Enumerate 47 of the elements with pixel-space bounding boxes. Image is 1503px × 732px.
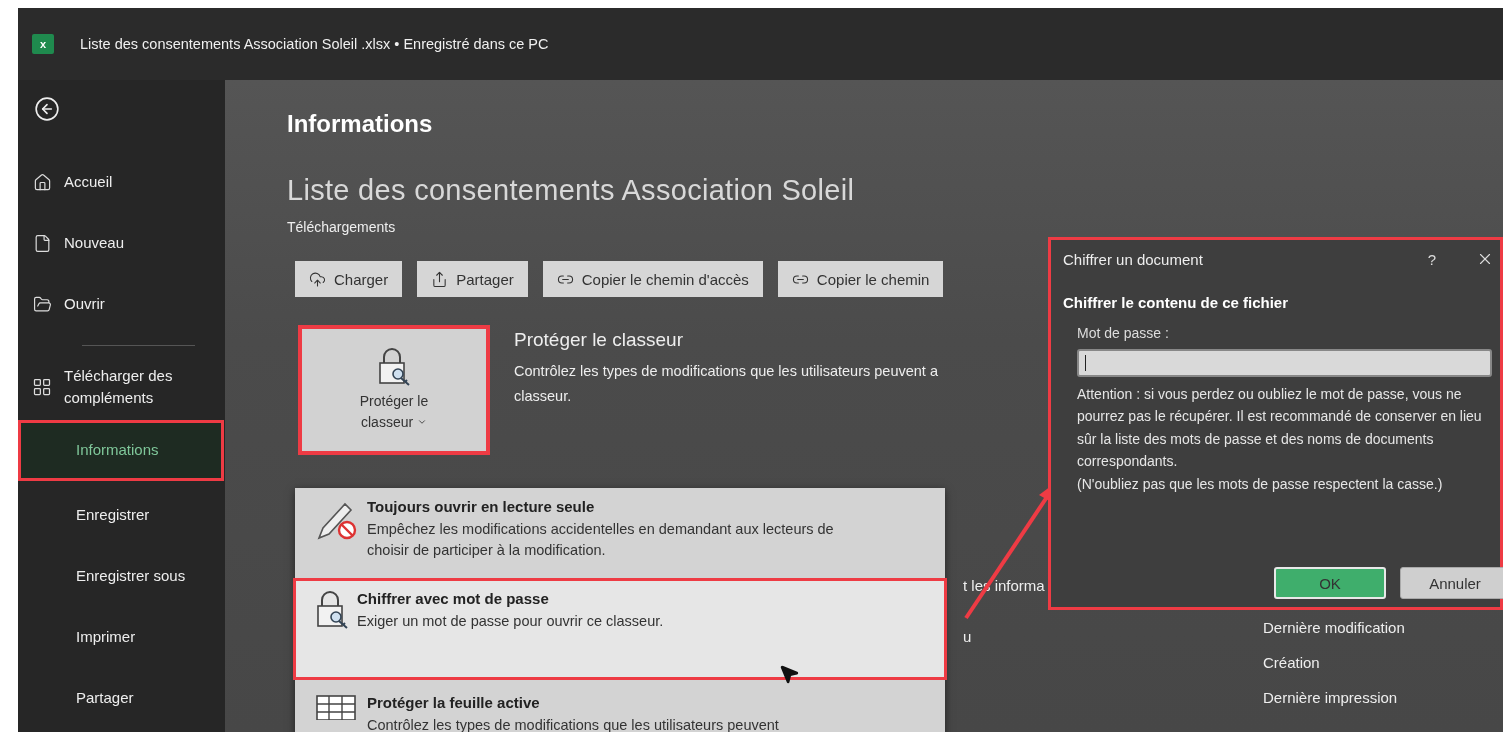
sidebar-item[interactable]: Partager <box>18 668 225 729</box>
sidebar-item[interactable]: Informations <box>18 420 224 481</box>
dialog-title: Chiffrer un document <box>1063 250 1204 268</box>
menu-item-title: Toujours ouvrir en lecture seule <box>367 498 596 515</box>
window-title: Liste des consentements Association Soleil .xlsx • Enregistré dans ce PC <box>80 36 549 52</box>
mouse-cursor-icon <box>778 663 800 685</box>
warning-text: Attention : si vous perdez ou oubliez le mot de passe, vous ne pourrez pas le récupérer. Il est recommandé de conserver en lieu sûr la liste des mots de passe et des noms de documents correspondants. (N'oubliez pas que les mots de passe respectent la casse.) <box>1077 385 1483 494</box>
sidebar-item[interactable]: Nouveau <box>18 213 225 274</box>
document-title: Liste des consentements Association Soleil <box>287 174 856 207</box>
protect-workbook-button[interactable]: Protéger le classeur <box>298 325 490 455</box>
table-icon <box>315 694 359 720</box>
menu-item-title: Chiffrer avec mot de passe <box>357 590 550 607</box>
dialog-button[interactable]: OK <box>1274 567 1386 599</box>
field-label: Mot de passe : <box>1077 325 1170 341</box>
menu-item-description: Empêchez les modifications accidentelles en demandant aux lecteurs de choisir de participer à la modification. <box>367 520 835 560</box>
help-button[interactable]: ? <box>1427 250 1436 268</box>
action-button[interactable]: Copier le chemin d'accès <box>542 261 763 297</box>
action-button[interactable]: Charger <box>295 261 403 297</box>
cloud-upload-icon <box>309 270 326 288</box>
lock-key-icon <box>377 347 411 387</box>
dialog-heading: Chiffrer le contenu de ce fichier <box>1063 294 1290 311</box>
menu-item-description: Exiger un mot de passe pour ouvrir ce classeur. <box>357 612 665 631</box>
sidebar-item[interactable]: Enregistrer <box>18 485 225 546</box>
sidebar-item[interactable]: Télécharger des compléments <box>18 358 225 416</box>
section-title: Protéger le classeur <box>514 329 684 351</box>
file-location: Téléchargements <box>287 219 397 235</box>
sidebar-item[interactable]: Enregistrer sous <box>18 546 225 607</box>
menu-item[interactable]: Toujours ouvrir en lecture seule Empêchez les modifications accidentelles en demandant aux lecteurs de choisir de participer à la modification. <box>295 488 945 578</box>
sidebar-item[interactable]: Accueil <box>18 152 225 213</box>
action-button[interactable]: Copier le chemin <box>777 261 944 297</box>
property-label: Dernière modification <box>1263 619 1405 636</box>
property-label: Création <box>1263 654 1321 671</box>
partial-text: u <box>963 628 973 645</box>
password-field[interactable] <box>1077 349 1492 377</box>
lock-key-icon <box>315 590 349 630</box>
sidebar-item[interactable]: Imprimer <box>18 607 225 668</box>
share-icon <box>431 270 449 288</box>
excel-logo: x <box>32 34 54 54</box>
menu-item[interactable]: Chiffrer avec mot de passe Exiger un mot de passe pour ouvrir ce classeur. <box>295 580 945 678</box>
sidebar-item[interactable]: Ouvrir <box>18 274 225 335</box>
page-heading: Informations <box>287 110 434 138</box>
action-button[interactable]: Partager <box>417 261 528 297</box>
menu-item-title: Protéger la feuille active <box>367 694 541 711</box>
section-description: Contrôlez les types de modifications que les utilisateurs peuvent a classeur. <box>514 362 938 406</box>
dialog-button[interactable]: Annuler <box>1400 567 1503 599</box>
chevron-down-icon <box>417 417 427 427</box>
property-label: Dernière impression <box>1263 689 1399 706</box>
